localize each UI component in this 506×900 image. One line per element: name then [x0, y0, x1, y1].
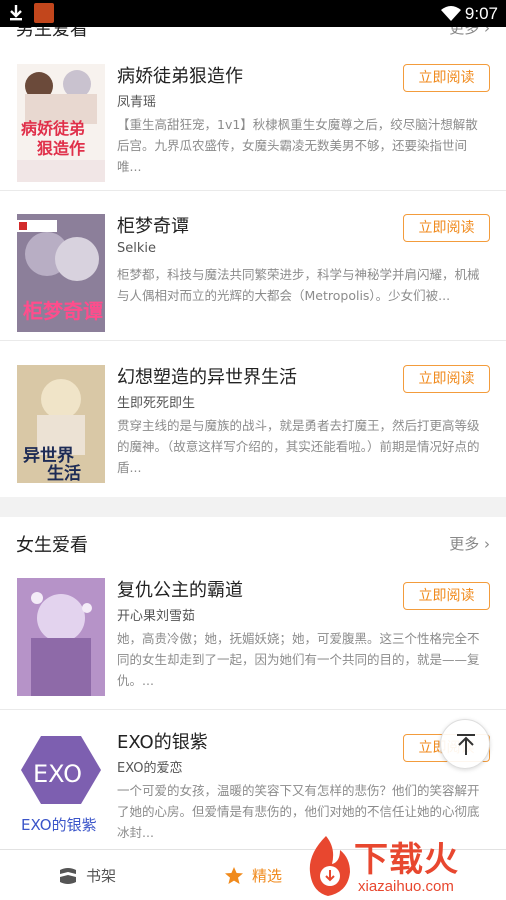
book-cover[interactable]: EXO EXO的银紫	[17, 730, 105, 848]
nav-label: 精选	[252, 867, 283, 885]
book-description: 柜梦都，科技与魔法共同繁荣进步，科学与神秘学并肩闪耀，机械与人偶相对而立的光辉的…	[117, 267, 480, 303]
section-title: 女生爱看	[16, 535, 88, 556]
status-bar: 9:07	[0, 0, 506, 27]
nav-label: 书架	[86, 867, 117, 885]
bookshelf-icon	[60, 867, 76, 884]
watermark-logo: 下载火 xiazaihuo.com	[296, 832, 506, 900]
svg-text:生活: 生活	[47, 463, 81, 483]
book-cover[interactable]: 异世界 生活	[17, 365, 105, 483]
book-author: 开心果刘雪茹	[117, 609, 196, 624]
divider	[0, 340, 506, 341]
book-item[interactable]: 复仇公主的霸道 开心果刘雪茹 她，高贵冷傲；她，抚媚妖娆；她，可爱腹黑。这三个性…	[0, 570, 506, 720]
book-item[interactable]: 病娇徒弟 狠造作 病娇徒弟狠造作 凤青瑶 【重生高甜狂宠，1v1】秋棣枫重生女魔…	[0, 56, 506, 206]
nav-tab-bookshelf[interactable]: 书架	[58, 850, 116, 900]
book-author: 生即死死即生	[117, 396, 196, 411]
cover-logo: EXO	[33, 760, 82, 788]
section-gap	[0, 497, 506, 517]
read-now-button[interactable]: 立即阅读	[403, 365, 490, 393]
book-title[interactable]: EXO的银紫	[117, 728, 208, 754]
app-notification-icon	[34, 3, 54, 23]
read-now-button[interactable]: 立即阅读	[403, 214, 490, 242]
cover-title: 病娇徒弟	[21, 119, 85, 138]
section-title: 男生爱看	[16, 27, 88, 40]
svg-text:狠造作: 狠造作	[37, 139, 85, 158]
flame-icon	[309, 836, 350, 896]
divider	[0, 709, 506, 710]
scroll-to-top-button[interactable]	[440, 719, 490, 769]
watermark-name: 下载火	[354, 840, 459, 880]
book-author: Selkie	[117, 241, 156, 256]
book-title[interactable]: 复仇公主的霸道	[117, 576, 243, 602]
book-description: 贯穿主线的是与魔族的战斗，就是勇者去打魔王，然后打更高等级的魔神。（故意这样写介…	[117, 418, 480, 475]
book-description: 她，高贵冷傲；她，抚媚妖娆；她，可爱腹黑。这三个性格完全不同的女生却走到了一起，…	[117, 631, 480, 688]
wifi-icon	[441, 6, 461, 21]
svg-text:异世界: 异世界	[23, 446, 74, 466]
book-title[interactable]: 柜梦奇谭	[117, 212, 189, 238]
section-header-male: 男生爱看 更多 ›	[0, 27, 506, 47]
svg-text:柜梦奇谭: 柜梦奇谭	[23, 299, 103, 323]
book-cover[interactable]	[17, 578, 105, 696]
book-title[interactable]: 病娇徒弟狠造作	[117, 62, 243, 88]
book-author: EXO的爱恋	[117, 761, 183, 776]
read-now-button[interactable]: 立即阅读	[403, 64, 490, 92]
book-cover[interactable]: 病娇徒弟 狠造作	[17, 64, 105, 182]
arrow-up-icon	[457, 734, 475, 755]
watermark-url: xiazaihuo.com	[358, 878, 454, 895]
star-icon	[225, 866, 243, 884]
book-item[interactable]: 柜梦奇谭 柜梦奇谭 Selkie 柜梦都，科技与魔法共同繁荣进步，科学与神秘学并…	[0, 206, 506, 356]
status-time: 9:07	[464, 4, 498, 23]
download-icon	[10, 5, 22, 21]
book-author: 凤青瑶	[117, 95, 157, 110]
more-link[interactable]: 更多 ›	[449, 533, 490, 554]
section-header-female: 女生爱看 更多 ›	[0, 519, 506, 569]
book-description: 【重生高甜狂宠，1v1】秋棣枫重生女魔尊之后，绞尽脑汁想解散后宫。九界瓜农盛传，…	[117, 117, 478, 174]
book-cover[interactable]: 柜梦奇谭	[17, 214, 105, 332]
cover-title: EXO的银紫	[21, 816, 97, 834]
read-now-button[interactable]: 立即阅读	[403, 582, 490, 610]
nav-tab-featured[interactable]: 精选	[224, 850, 282, 900]
book-title[interactable]: 幻想塑造的异世界生活	[117, 363, 297, 389]
more-link[interactable]: 更多 ›	[449, 27, 490, 38]
divider	[0, 190, 506, 191]
book-item[interactable]: 异世界 生活 幻想塑造的异世界生活 生即死死即生 贯穿主线的是与魔族的战斗，就是…	[0, 357, 506, 507]
